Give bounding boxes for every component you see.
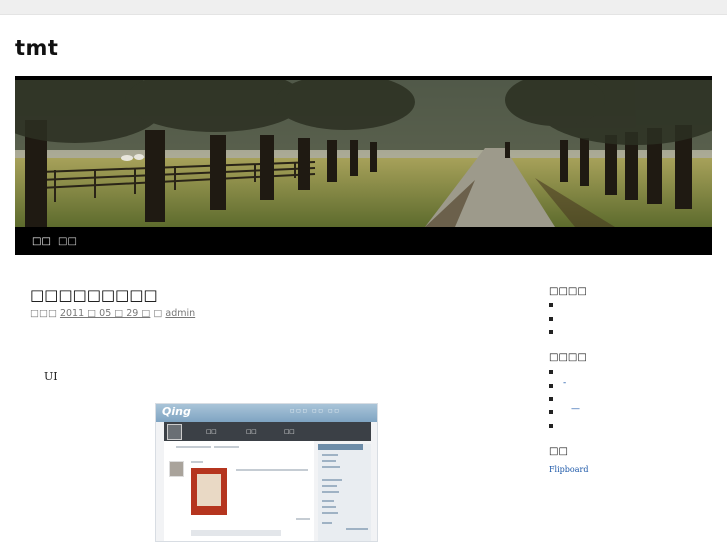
tree-lined-road-illustration xyxy=(15,80,712,227)
screenshot-sidebar-line xyxy=(322,466,340,468)
post-title[interactable]: □□□□□□□□□ xyxy=(30,286,158,304)
sidebar-link-flipboard[interactable]: Flipboard xyxy=(549,465,588,474)
main-navigation: □□ □□ xyxy=(15,227,712,255)
post-embedded-screenshot: Qing □□□ □□ □□ □□ □□ □□ xyxy=(155,403,378,542)
post-meta-prefix: □□□ xyxy=(30,308,57,319)
post-body-text: UI xyxy=(44,370,58,383)
sidebar-bullet[interactable] xyxy=(549,317,553,321)
post-meta: □□□ 2011 □ 05 □ 29 □ □ admin xyxy=(30,308,195,319)
screenshot-tab-1: □□ xyxy=(206,429,217,435)
sidebar-bullet[interactable] xyxy=(549,410,553,414)
screenshot-top-links: □□□ □□ □□ xyxy=(290,409,341,414)
screenshot-avatar xyxy=(167,424,182,440)
sidebar-link-mark[interactable]: — xyxy=(571,404,580,414)
screenshot-sidebar-line xyxy=(322,506,336,508)
screenshot-sidebar-line xyxy=(322,454,338,456)
sidebar-heading-3: □□ xyxy=(549,446,568,457)
screenshot-sidebar-line xyxy=(322,500,334,502)
sidebar-bullet[interactable] xyxy=(549,303,553,307)
nav-item-page[interactable]: □□ xyxy=(58,236,77,247)
post-author-link[interactable]: admin xyxy=(165,308,195,319)
screenshot-text-line xyxy=(191,461,203,463)
site-title[interactable]: tmt xyxy=(15,36,58,60)
header-banner-image xyxy=(15,80,712,227)
post-meta-separator: □ xyxy=(153,308,163,319)
screenshot-text-line xyxy=(296,518,310,520)
screenshot-sidebar-line xyxy=(322,512,338,514)
sidebar-bullet[interactable] xyxy=(549,397,553,401)
sidebar-heading-2: □□□□ xyxy=(549,352,587,363)
screenshot-sidebar-line xyxy=(322,491,339,493)
nav-item-home[interactable]: □□ xyxy=(32,236,51,247)
screenshot-tab-bar xyxy=(164,422,371,441)
screenshot-sidebar-line xyxy=(346,528,368,530)
screenshot-tab-2: □□ xyxy=(246,429,257,435)
screenshot-text-line xyxy=(236,469,308,471)
sidebar-bullet[interactable] xyxy=(549,384,553,388)
screenshot-logo: Qing xyxy=(162,405,191,418)
browser-top-strip xyxy=(0,0,727,15)
sidebar-bullet[interactable] xyxy=(549,424,553,428)
screenshot-tab-3: □□ xyxy=(284,429,295,435)
sidebar-heading-1: □□□□ xyxy=(549,286,587,297)
screenshot-post-image-inner xyxy=(197,474,221,506)
screenshot-sidebar-line xyxy=(322,479,342,481)
screenshot-text-line xyxy=(191,530,281,536)
screenshot-sidebar-header xyxy=(318,444,363,450)
screenshot-sidebar-line xyxy=(322,522,332,524)
screenshot-sidebar-line xyxy=(322,485,337,487)
screenshot-sidebar-line xyxy=(322,460,336,462)
sidebar-link-mark[interactable]: - xyxy=(563,378,566,388)
sidebar-bullet[interactable] xyxy=(549,330,553,334)
screenshot-text-line xyxy=(176,446,211,448)
post-date-link[interactable]: 2011 □ 05 □ 29 □ xyxy=(60,308,150,319)
screenshot-small-avatar xyxy=(169,461,184,477)
sidebar-bullet[interactable] xyxy=(549,370,553,374)
screenshot-text-line xyxy=(214,446,239,448)
screenshot-feed xyxy=(164,441,314,541)
